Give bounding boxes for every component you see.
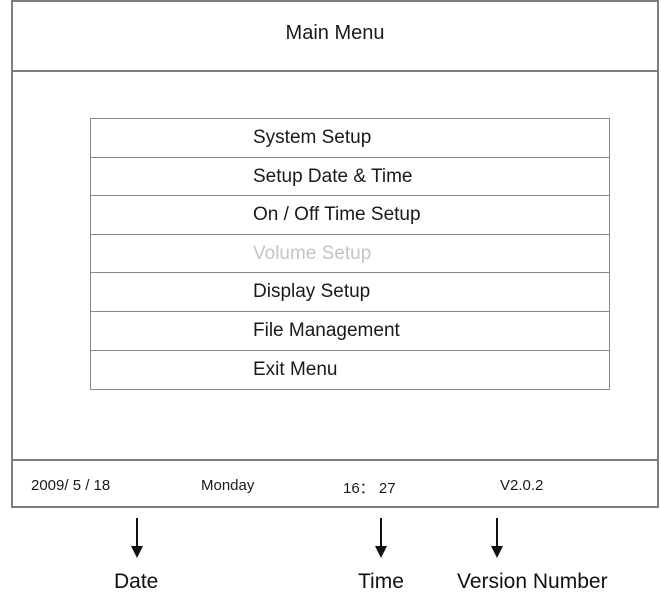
menu-item-system-setup[interactable]: System Setup — [91, 119, 609, 158]
device-screen: Main Menu System Setup Setup Date & Time… — [11, 0, 659, 508]
main-menu: System Setup Setup Date & Time On / Off … — [90, 118, 610, 391]
menu-item-exit-menu[interactable]: Exit Menu — [91, 351, 609, 390]
date-arrow-shaft — [136, 518, 138, 548]
status-version: V2.0.2 — [500, 477, 544, 494]
title-bar: Main Menu — [13, 2, 657, 72]
menu-item-volume-setup: Volume Setup — [91, 235, 609, 274]
status-bar: 2009/ 5 / 18 Monday 16： 27 V2.0.2 — [13, 459, 657, 508]
time-arrow-shaft — [380, 518, 382, 548]
time-arrow-head — [375, 546, 387, 558]
version-arrow-shaft — [496, 518, 498, 548]
date-arrow-head — [131, 546, 143, 558]
figure: Main Menu System Setup Setup Date & Time… — [0, 0, 661, 604]
menu-item-file-management[interactable]: File Management — [91, 312, 609, 351]
menu-item-setup-date-time[interactable]: Setup Date & Time — [91, 158, 609, 197]
version-callout-label: Version Number — [457, 570, 608, 593]
page-title: Main Menu — [285, 22, 385, 44]
status-time: 16： 27 — [343, 480, 396, 497]
menu-item-on-off-time-setup[interactable]: On / Off Time Setup — [91, 196, 609, 235]
status-date: 2009/ 5 / 18 — [31, 477, 111, 494]
status-day: Monday — [201, 477, 255, 494]
version-arrow-head — [491, 546, 503, 558]
date-callout-label: Date — [114, 570, 159, 593]
menu-item-display-setup[interactable]: Display Setup — [91, 273, 609, 312]
time-callout-label: Time — [358, 570, 404, 593]
